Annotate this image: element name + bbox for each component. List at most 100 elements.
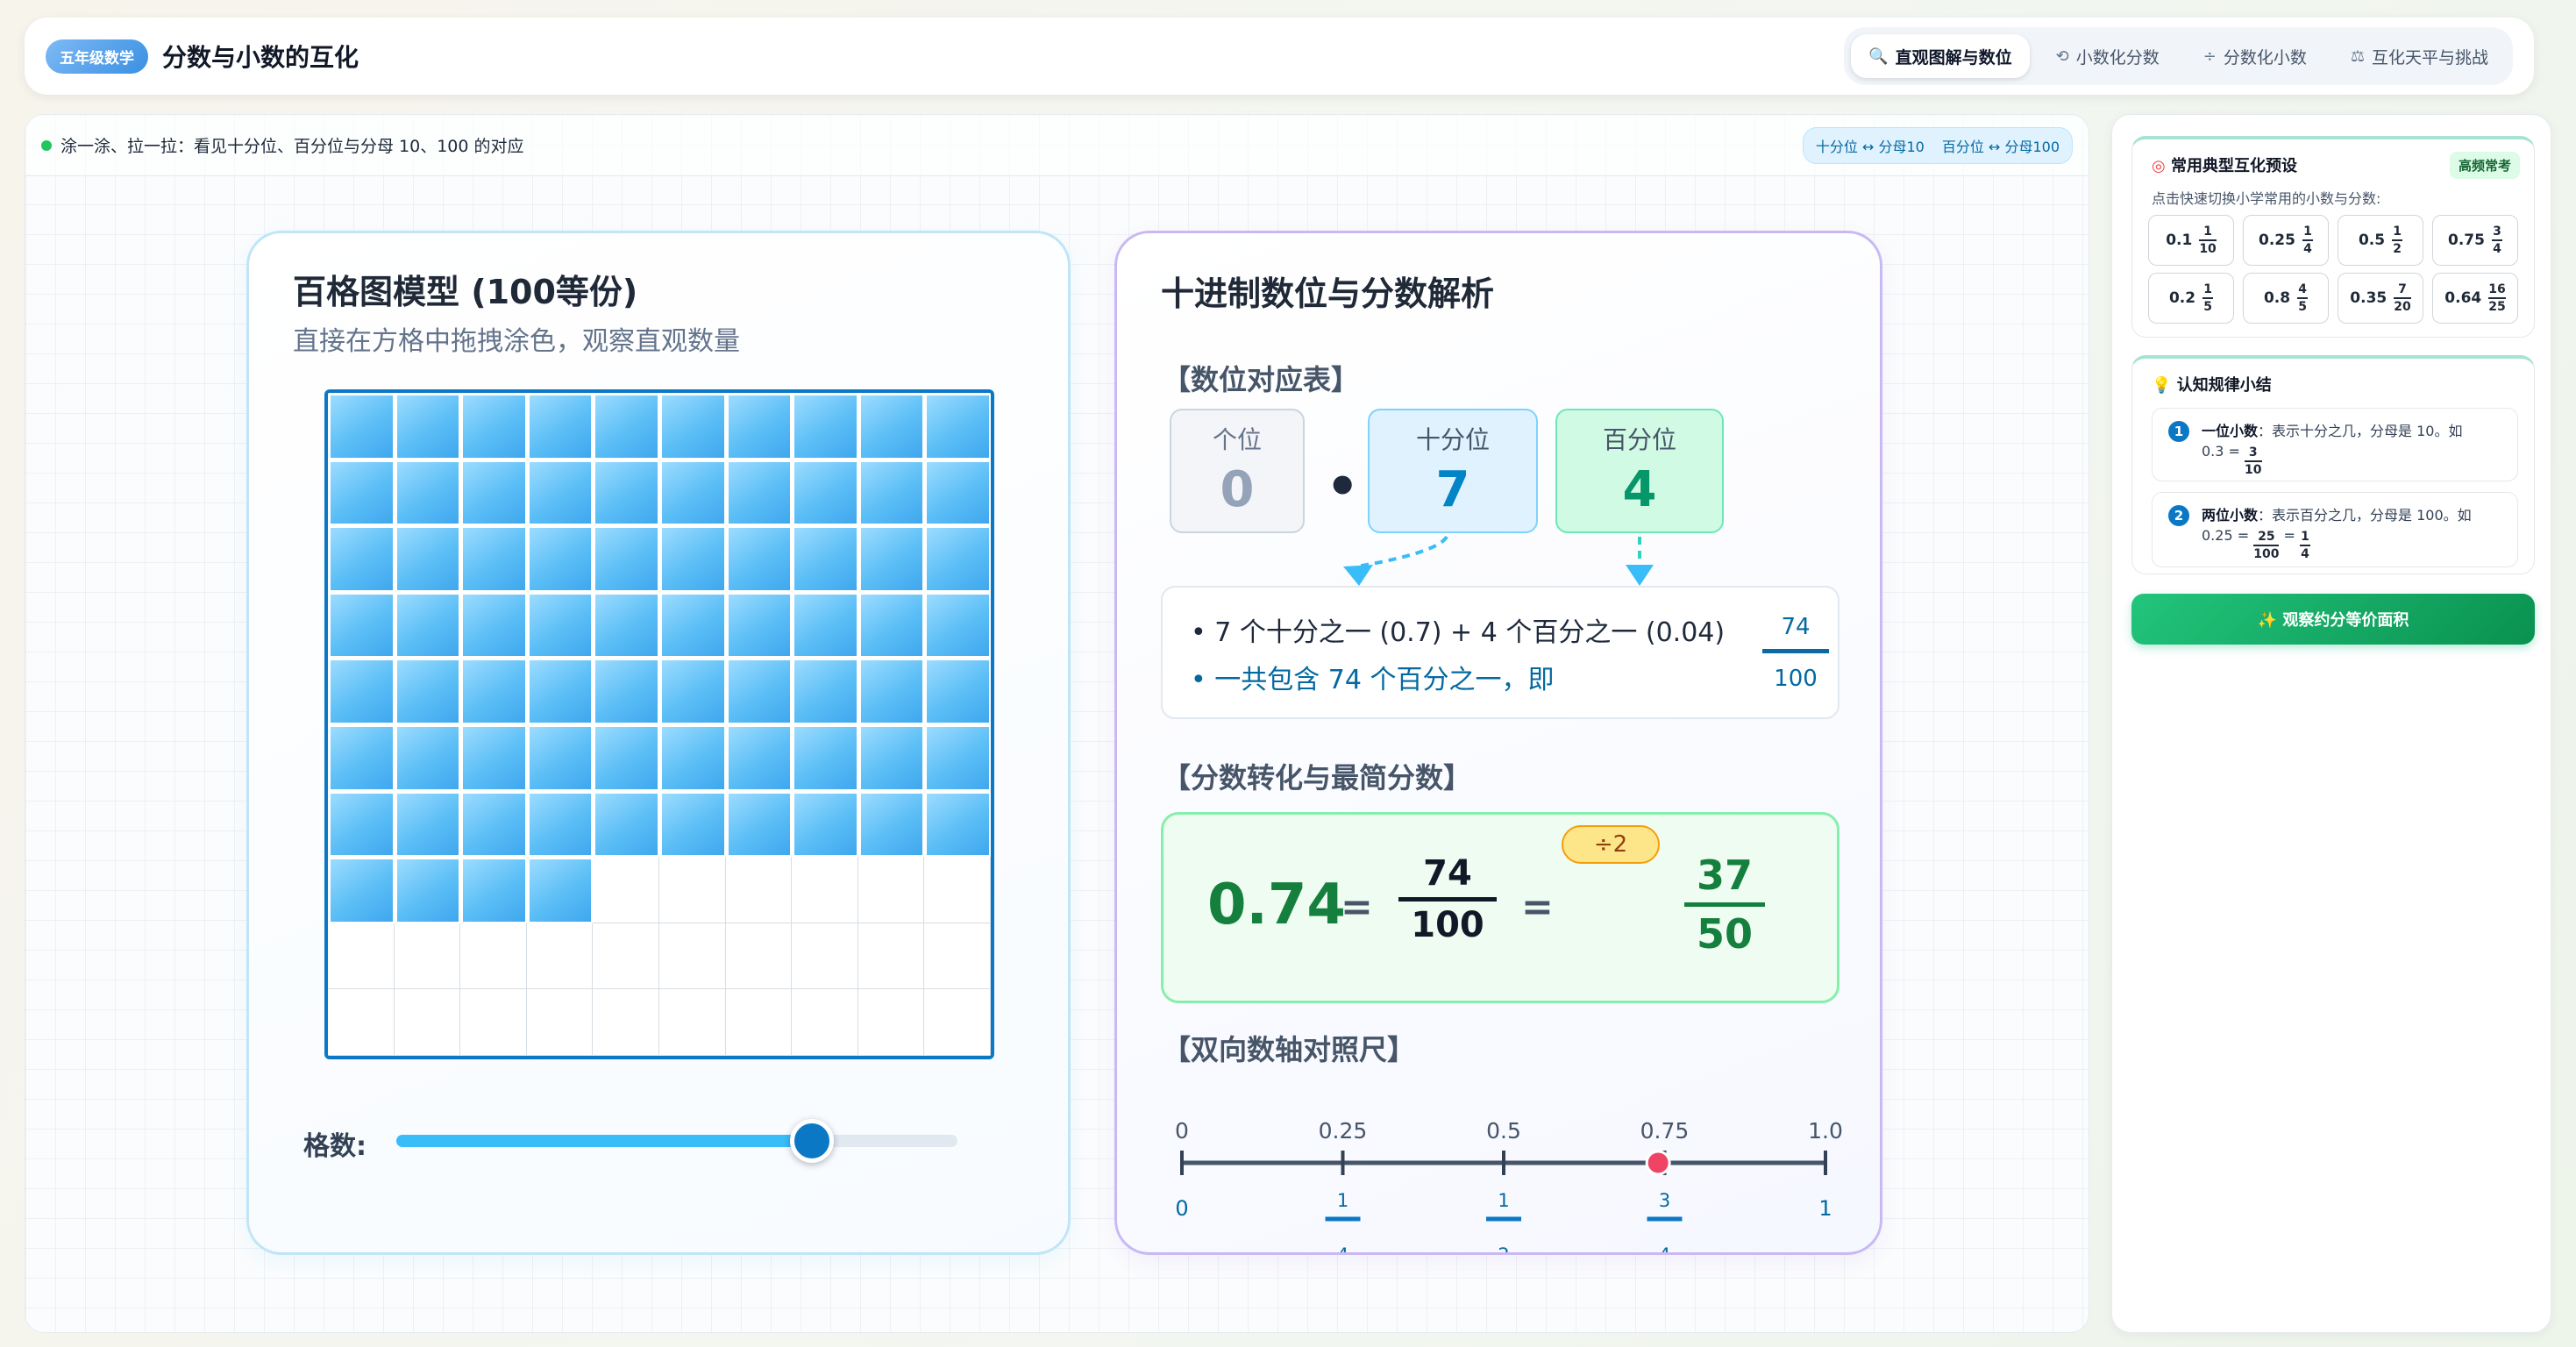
grid-cell-empty[interactable] xyxy=(394,923,461,990)
grid-cell-empty[interactable] xyxy=(924,989,991,1056)
tab-balance-challenge[interactable]: ⚖ 互化天平与挑战 xyxy=(2333,34,2506,78)
grid-cell-filled[interactable] xyxy=(792,723,858,791)
grid-cell-empty[interactable] xyxy=(658,857,726,923)
grid-cell-filled[interactable] xyxy=(593,393,659,460)
grid-cell-filled[interactable] xyxy=(328,459,395,526)
grid-cell-empty[interactable] xyxy=(328,989,395,1056)
preset-button[interactable]: 0.1 1 10 xyxy=(2148,215,2234,266)
grid-cell-filled[interactable] xyxy=(526,857,594,923)
grid-cell-filled[interactable] xyxy=(792,525,858,592)
grid-cell-filled[interactable] xyxy=(460,790,527,858)
grid-cell-filled[interactable] xyxy=(924,525,991,592)
grid-cell-filled[interactable] xyxy=(460,591,527,659)
grid-cell-filled[interactable] xyxy=(526,459,594,526)
grid-cell-filled[interactable] xyxy=(593,723,659,791)
count-slider[interactable] xyxy=(396,1119,957,1163)
grid-cell-filled[interactable] xyxy=(526,393,594,460)
grid-cell-empty[interactable] xyxy=(593,857,659,923)
grid-cell-filled[interactable] xyxy=(725,591,793,659)
grid-cell-empty[interactable] xyxy=(658,923,726,990)
grid-cell-empty[interactable] xyxy=(593,923,659,990)
grid-cell-filled[interactable] xyxy=(328,393,395,460)
grid-cell-empty[interactable] xyxy=(792,857,858,923)
grid-cell-filled[interactable] xyxy=(460,723,527,791)
preset-button[interactable]: 0.35 7 20 xyxy=(2338,273,2423,324)
tab-fraction-to-decimal[interactable]: ÷ 分数化小数 xyxy=(2186,34,2324,78)
grid-cell-filled[interactable] xyxy=(725,525,793,592)
grid-cell-filled[interactable] xyxy=(328,790,395,858)
grid-cell-empty[interactable] xyxy=(792,923,858,990)
tab-decimal-to-fraction[interactable]: ⟲ 小数化分数 xyxy=(2039,34,2177,78)
grid-cell-filled[interactable] xyxy=(792,393,858,460)
grid-cell-filled[interactable] xyxy=(593,459,659,526)
grid-cell-filled[interactable] xyxy=(857,459,925,526)
slider-thumb[interactable] xyxy=(789,1119,834,1163)
grid-cell-filled[interactable] xyxy=(792,658,858,724)
grid-cell-filled[interactable] xyxy=(857,393,925,460)
grid-cell-filled[interactable] xyxy=(924,393,991,460)
grid-cell-empty[interactable] xyxy=(857,989,925,1056)
grid-cell-filled[interactable] xyxy=(658,525,726,592)
grid-cell-filled[interactable] xyxy=(725,723,793,791)
grid-cell-empty[interactable] xyxy=(857,923,925,990)
grid-cell-filled[interactable] xyxy=(658,790,726,858)
grid-cell-empty[interactable] xyxy=(857,857,925,923)
grid-cell-filled[interactable] xyxy=(593,591,659,659)
preset-button[interactable]: 0.8 4 5 xyxy=(2243,273,2329,324)
grid-cell-filled[interactable] xyxy=(328,525,395,592)
grid-cell-filled[interactable] xyxy=(526,591,594,659)
grid-cell-filled[interactable] xyxy=(725,790,793,858)
grid-cell-empty[interactable] xyxy=(924,857,991,923)
grid-cell-filled[interactable] xyxy=(857,790,925,858)
grid-cell-filled[interactable] xyxy=(526,525,594,592)
grid-cell-filled[interactable] xyxy=(328,658,395,724)
grid-cell-filled[interactable] xyxy=(658,658,726,724)
grid-cell-filled[interactable] xyxy=(460,393,527,460)
grid-cell-empty[interactable] xyxy=(725,857,793,923)
grid-cell-filled[interactable] xyxy=(924,658,991,724)
preset-button[interactable]: 0.25 1 4 xyxy=(2243,215,2329,266)
grid-cell-filled[interactable] xyxy=(593,525,659,592)
grid-cell-filled[interactable] xyxy=(924,459,991,526)
observe-area-button[interactable]: ✨ 观察约分等价面积 xyxy=(2131,594,2535,645)
preset-button[interactable]: 0.5 1 2 xyxy=(2338,215,2423,266)
preset-button[interactable]: 0.75 3 4 xyxy=(2432,215,2518,266)
grid-cell-filled[interactable] xyxy=(394,723,461,791)
grid-cell-empty[interactable] xyxy=(328,923,395,990)
grid-cell-filled[interactable] xyxy=(857,723,925,791)
tab-visual-place-value[interactable]: 🔍 直观图解与数位 xyxy=(1851,34,2030,78)
grid-cell-filled[interactable] xyxy=(328,857,395,923)
grid-cell-filled[interactable] xyxy=(460,857,527,923)
grid-cell-filled[interactable] xyxy=(460,525,527,592)
grid-cell-filled[interactable] xyxy=(460,459,527,526)
grid-cell-empty[interactable] xyxy=(924,923,991,990)
grid-cell-filled[interactable] xyxy=(394,658,461,724)
hundred-grid[interactable] xyxy=(324,389,994,1059)
grid-cell-empty[interactable] xyxy=(792,989,858,1056)
grid-cell-empty[interactable] xyxy=(394,989,461,1056)
grid-cell-filled[interactable] xyxy=(924,790,991,858)
grid-cell-empty[interactable] xyxy=(658,989,726,1056)
grid-cell-filled[interactable] xyxy=(725,393,793,460)
grid-cell-filled[interactable] xyxy=(857,658,925,724)
grid-cell-filled[interactable] xyxy=(394,459,461,526)
grid-cell-filled[interactable] xyxy=(460,658,527,724)
grid-cell-filled[interactable] xyxy=(526,790,594,858)
grid-cell-filled[interactable] xyxy=(924,591,991,659)
grid-cell-filled[interactable] xyxy=(857,591,925,659)
grid-cell-filled[interactable] xyxy=(792,790,858,858)
grid-cell-filled[interactable] xyxy=(394,591,461,659)
grid-cell-filled[interactable] xyxy=(658,393,726,460)
grid-cell-filled[interactable] xyxy=(328,591,395,659)
grid-cell-filled[interactable] xyxy=(792,591,858,659)
grid-cell-filled[interactable] xyxy=(394,393,461,460)
grid-cell-empty[interactable] xyxy=(526,989,594,1056)
grid-cell-filled[interactable] xyxy=(725,658,793,724)
grid-cell-filled[interactable] xyxy=(526,658,594,724)
grid-cell-filled[interactable] xyxy=(394,525,461,592)
grid-cell-empty[interactable] xyxy=(526,923,594,990)
grid-cell-empty[interactable] xyxy=(460,989,527,1056)
grid-cell-filled[interactable] xyxy=(725,459,793,526)
grid-cell-filled[interactable] xyxy=(593,658,659,724)
preset-button[interactable]: 0.2 1 5 xyxy=(2148,273,2234,324)
